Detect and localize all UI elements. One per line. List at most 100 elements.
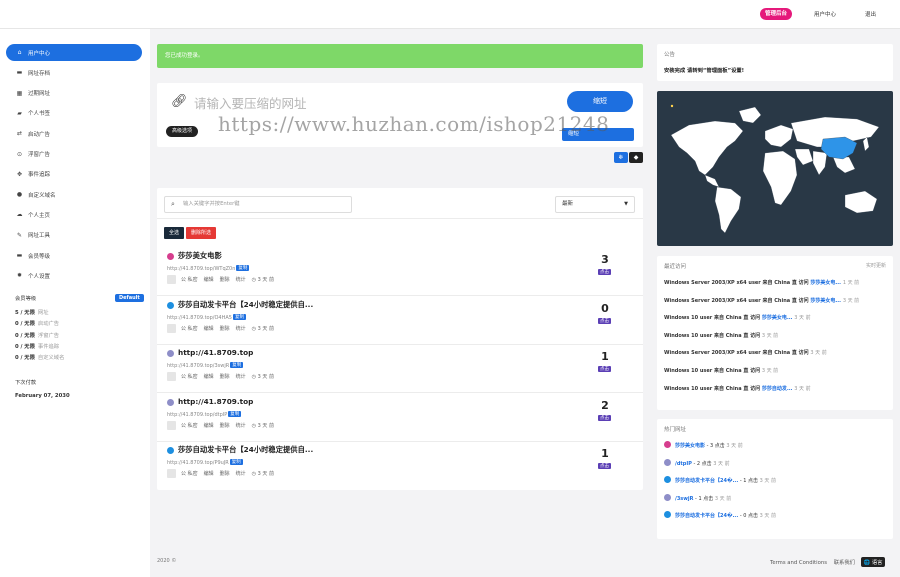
row-action-0[interactable]: 公 私密	[181, 374, 198, 380]
sidebar-item-11[interactable]: ✹ 个人设置	[6, 267, 142, 284]
language-button[interactable]: 🌐 语言	[860, 557, 886, 567]
popular-link-row: 莎莎美女电影 - 3 点击 3 天 前	[664, 441, 743, 449]
sidebar-item-6[interactable]: ✥ 事件追踪	[6, 166, 142, 183]
toggle-diamond-icon[interactable]: ◆	[629, 152, 643, 163]
link-title[interactable]: 莎莎自动发卡平台【24小时稳定提供自...	[178, 445, 313, 455]
sidebar-item-8[interactable]: ☁ 个人主页	[6, 206, 142, 223]
copy-button[interactable]: 复制	[232, 313, 246, 320]
row-action-2[interactable]: 删除	[220, 471, 230, 477]
row-action-1[interactable]: 编辑	[204, 326, 214, 332]
row-action-1[interactable]: 编辑	[204, 277, 214, 283]
row-action-1[interactable]: 编辑	[204, 471, 214, 477]
folder-icon: ▰	[17, 109, 22, 117]
visit-link[interactable]: 莎莎美女电...	[810, 280, 841, 286]
visit-time: 3 天 前	[761, 332, 779, 339]
row-action-3[interactable]: 统计	[236, 471, 246, 477]
url-input[interactable]: 请输入要压缩的网址	[194, 93, 307, 112]
shorten-button[interactable]: 缩短	[567, 91, 633, 112]
row-action-0[interactable]: 公 私密	[181, 471, 198, 477]
row-action-0[interactable]: 公 私密	[181, 423, 198, 429]
link-title[interactable]: 莎莎美女电影	[178, 251, 222, 261]
briefcase-icon: ▬	[16, 69, 23, 77]
link-title[interactable]: 莎莎自动发卡平台【24小时稳定提供自...	[178, 300, 313, 310]
click-label: 点击	[598, 366, 611, 372]
sidebar-item-7[interactable]: ● 自定义域名	[6, 186, 142, 203]
popular-link[interactable]: 莎莎美女电影	[675, 443, 705, 449]
popular-links-card: 热门网址 莎莎美女电影 - 3 点击 3 天 前/dtpIP - 2 点击 3 …	[657, 419, 893, 539]
admin-button[interactable]: 管理后台	[760, 8, 792, 20]
popular-link[interactable]: 莎莎自动发卡平台【24�...	[675, 478, 738, 484]
links-panel: ⌕ 输入关键字并按Enter键 最新 ▼ 全选 删除所选 莎莎美女电影 http:…	[157, 188, 643, 490]
copy-button[interactable]: 复制	[228, 410, 242, 417]
copy-button[interactable]: 复制	[230, 362, 244, 368]
map-australia	[844, 190, 878, 214]
sidebar-item-label: 网址存档	[28, 70, 51, 77]
click-count: 2	[601, 398, 609, 412]
sidebar-item-10[interactable]: ▬ 会员等级	[6, 247, 142, 264]
contact-link[interactable]: 联系我们	[834, 560, 855, 566]
row-action-0[interactable]: 公 私密	[181, 277, 198, 283]
toggle-snowflake-icon[interactable]: ❄	[614, 152, 628, 163]
link-row: 莎莎自动发卡平台【24小时稳定提供自... http://41.8709.top/…	[157, 441, 643, 489]
user-center-link[interactable]: 用户中心	[814, 10, 836, 18]
sidebar-item-1[interactable]: ▬ 网址存档	[6, 64, 142, 81]
row-checkbox[interactable]	[167, 420, 176, 430]
row-action-2[interactable]: 删除	[220, 326, 230, 332]
circle-icon: ⊙	[16, 150, 23, 158]
row-action-1[interactable]: 编辑	[204, 374, 214, 380]
sidebar-item-2[interactable]: ▦ 过期网址	[6, 85, 142, 102]
click-label: 点击	[598, 414, 611, 421]
popular-link[interactable]: /dtpIP	[675, 461, 692, 467]
row-action-1[interactable]: 编辑	[204, 423, 214, 429]
sidebar-item-9[interactable]: ✎ 网址工具	[6, 227, 142, 244]
row-checkbox[interactable]	[167, 469, 176, 478]
link-title[interactable]: http://41.8709.top	[178, 348, 253, 357]
select-all-button[interactable]: 全选	[164, 227, 185, 239]
short-url[interactable]: http://41.8709.top/dtpIP 复制	[167, 410, 242, 418]
logout-link[interactable]: 退出	[865, 10, 876, 18]
membership-usage: 0 / 无限	[15, 321, 35, 328]
row-action-2[interactable]: 删除	[220, 277, 230, 283]
copy-button[interactable]: 复制	[236, 265, 250, 271]
short-url[interactable]: http://41.8709.top/3swjR 复制	[167, 362, 244, 369]
short-url[interactable]: http://41.8709.top/O4HA5 复制	[167, 313, 246, 321]
copy-button[interactable]: 复制	[229, 459, 243, 465]
short-url[interactable]: http://41.8709.top/P9uJR 复制	[167, 459, 243, 466]
visit-link[interactable]: 莎莎美女电...	[810, 298, 841, 304]
visit-link[interactable]: 莎莎美女电...	[762, 315, 793, 321]
visit-link[interactable]: 莎莎自动发...	[762, 386, 793, 392]
row-action-3[interactable]: 统计	[236, 374, 246, 380]
links-search-input[interactable]: ⌕ 输入关键字并按Enter键	[164, 196, 352, 213]
row-checkbox[interactable]	[167, 372, 176, 381]
row-action-2[interactable]: 删除	[220, 423, 230, 429]
terms-link[interactable]: Terms and Conditions	[770, 560, 827, 566]
row-action-3[interactable]: 统计	[236, 326, 246, 332]
sidebar-item-3[interactable]: ▰ 个人书签	[6, 105, 142, 122]
membership-line: 0 / 无限 浮窗广告	[15, 331, 59, 339]
popular-link[interactable]: /3swjR	[675, 496, 693, 502]
sidebar-item-0[interactable]: ⌂ 用户中心	[6, 44, 142, 61]
delete-selected-button[interactable]: 删除所选	[186, 227, 217, 239]
favicon-icon	[167, 253, 174, 260]
sidebar-item-label: 启动广告	[28, 131, 51, 138]
shorten-secondary-button[interactable]: 缩短	[562, 128, 634, 141]
row-checkbox[interactable]	[167, 275, 176, 284]
row-checkbox[interactable]	[167, 323, 176, 333]
row-action-0[interactable]: 公 私密	[181, 326, 198, 332]
row-action-2[interactable]: 删除	[220, 374, 230, 380]
popular-link[interactable]: 莎莎自动发卡平台【24�...	[675, 513, 738, 519]
short-url[interactable]: http://41.8709.top/WTqZ0n 复制	[167, 265, 250, 272]
link-row: 莎莎美女电影 http://41.8709.top/WTqZ0n 复制公 私密 编辑删…	[157, 247, 643, 295]
sidebar-item-label: 个人设置	[28, 273, 51, 280]
favicon-icon	[664, 441, 671, 448]
membership-feature: 事件追踪	[37, 343, 60, 350]
link-title[interactable]: http://41.8709.top	[178, 397, 253, 406]
sidebar-item-5[interactable]: ⊙ 浮窗广告	[6, 146, 142, 163]
advanced-options-button[interactable]: 高级选项	[166, 126, 199, 137]
sort-select[interactable]: 最新 ▼	[555, 196, 635, 213]
row-action-3[interactable]: 统计	[236, 423, 246, 429]
short-url-text: http://41.8709.top/O4HA5	[167, 314, 232, 321]
row-action-3[interactable]: 统计	[236, 277, 246, 283]
membership-feature: 网址	[37, 310, 49, 316]
sidebar-item-4[interactable]: ⇄ 启动广告	[6, 125, 142, 142]
